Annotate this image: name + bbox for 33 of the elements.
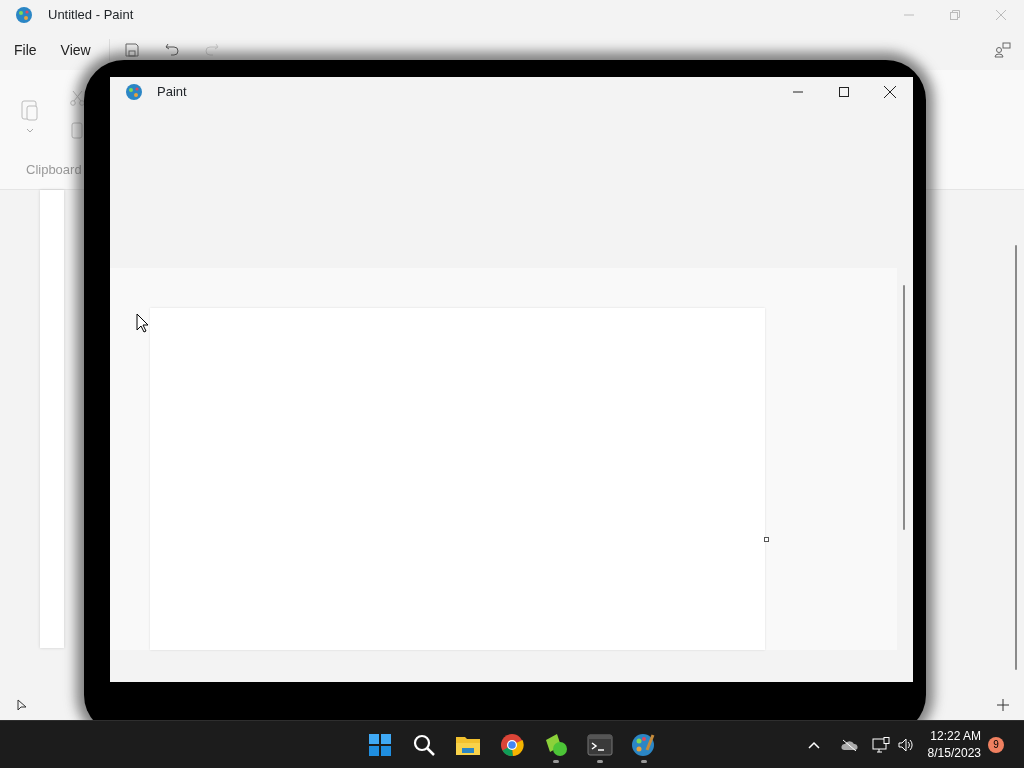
terminal-icon[interactable] bbox=[587, 733, 613, 756]
scissors-icon[interactable] bbox=[70, 90, 86, 106]
start-icon[interactable] bbox=[368, 732, 392, 757]
copy-icon[interactable] bbox=[70, 122, 84, 140]
paint-app-icon bbox=[15, 6, 33, 24]
resize-handle[interactable] bbox=[764, 537, 769, 542]
menu-item[interactable]: File bbox=[2, 39, 49, 61]
zoom-in-icon[interactable] bbox=[997, 699, 1009, 711]
undo-icon[interactable] bbox=[163, 42, 180, 58]
clock-time[interactable]: 12:22 AM bbox=[930, 727, 981, 745]
menu-item[interactable]: View bbox=[48, 39, 103, 61]
palette-icon[interactable] bbox=[631, 731, 657, 758]
shapes-icon[interactable] bbox=[543, 731, 569, 758]
redo-icon[interactable] bbox=[203, 42, 220, 58]
people-icon[interactable] bbox=[994, 41, 1012, 59]
clock-date[interactable]: 8/15/2023 bbox=[927, 744, 981, 762]
paint-app-icon bbox=[125, 83, 143, 101]
close-icon[interactable] bbox=[884, 86, 896, 98]
window-title: Paint bbox=[157, 83, 187, 102]
scrollbar[interactable] bbox=[1015, 245, 1017, 670]
volume-icon[interactable] bbox=[897, 737, 914, 752]
scrollbar[interactable] bbox=[903, 285, 905, 530]
mouse-pointer-icon bbox=[136, 313, 149, 333]
cloud-icon[interactable] bbox=[839, 738, 858, 751]
search-icon[interactable] bbox=[412, 732, 436, 757]
browser-icon[interactable] bbox=[500, 732, 524, 757]
maximize-icon[interactable] bbox=[839, 87, 849, 97]
window-title: Untitled - Paint bbox=[48, 6, 134, 25]
notification-count[interactable]: 9 bbox=[988, 736, 1004, 753]
chevron-up-icon[interactable] bbox=[807, 740, 820, 749]
save-icon[interactable] bbox=[123, 42, 140, 58]
cursor-icon bbox=[17, 699, 27, 711]
network-icon[interactable] bbox=[871, 736, 890, 753]
